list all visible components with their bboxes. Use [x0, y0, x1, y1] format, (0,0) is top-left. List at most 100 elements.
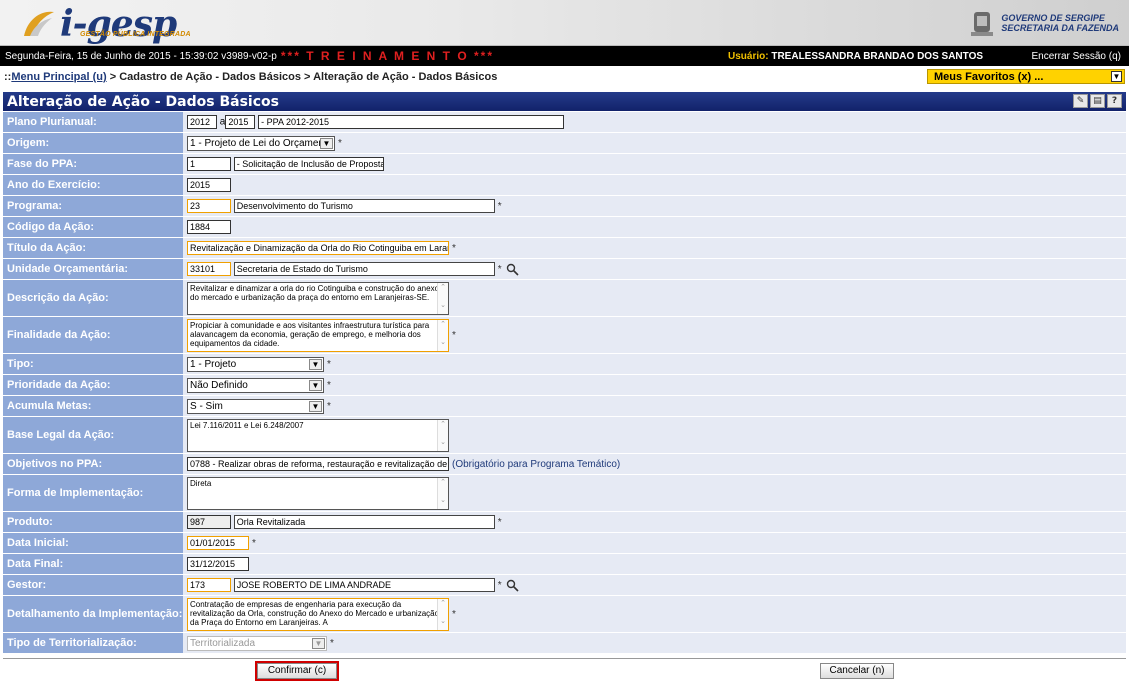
- search-icon[interactable]: [506, 579, 519, 592]
- chevron-down-icon: ▼: [309, 400, 322, 412]
- forma-text: Direta: [190, 478, 212, 488]
- chevron-down-icon: ▼: [312, 637, 325, 649]
- chevron-down-icon: ▼: [309, 358, 322, 370]
- programa-label: Programa:: [3, 196, 183, 216]
- top-status-bar: Segunda-Feira, 15 de Junho de 2015 - 15:…: [0, 46, 1129, 66]
- unidade-code-input[interactable]: 33101: [187, 262, 231, 276]
- produto-desc-field: Orla Revitalizada: [233, 515, 495, 529]
- gestor-label: Gestor:: [3, 575, 183, 595]
- row-fase: Fase do PPA: 1 - Solicitação de Inclusão …: [3, 154, 1126, 174]
- help-icon[interactable]: ?: [1107, 94, 1122, 108]
- scrollbar[interactable]: ⌃ ⌄: [437, 477, 448, 509]
- gestor-code-input[interactable]: 173: [187, 578, 231, 592]
- produto-label: Produto:: [3, 512, 183, 532]
- produto-code-field: 987: [187, 515, 231, 529]
- origem-value: 1 - Projeto de Lei do Orçamento: [190, 137, 333, 149]
- detalhe-text: Contratação de empresas de engenharia pa…: [190, 599, 440, 627]
- row-descricao: Descrição da Ação: Revitalizar e dinamiza…: [3, 280, 1126, 316]
- search-icon[interactable]: [506, 263, 519, 276]
- programa-code-input[interactable]: 23: [187, 199, 231, 213]
- row-forma: Forma de Implementação: Direta ⌃ ⌄: [3, 475, 1126, 511]
- row-objetivos: Objetivos no PPA: 0788 - Realizar obras d…: [3, 454, 1126, 474]
- favorites-dropdown[interactable]: Meus Favoritos (x) ... ▼: [927, 69, 1125, 84]
- forma-label: Forma de Implementação:: [3, 475, 183, 511]
- prioridade-select[interactable]: Não Definido ▼: [187, 377, 324, 393]
- required-mark: *: [497, 579, 502, 591]
- detalhe-textarea[interactable]: Contratação de empresas de engenharia pa…: [187, 597, 449, 631]
- chevron-down-icon: ▼: [309, 379, 322, 391]
- breadcrumb-path: > Cadastro de Ação - Dados Básicos > Alt…: [109, 71, 498, 83]
- ppa-end-field: 2015: [225, 115, 256, 129]
- user-label: Usuário:: [728, 51, 769, 62]
- row-finalidade: Finalidade da Ação: Propiciar à comunidad…: [3, 317, 1126, 353]
- user-name: TREALESSANDRA BRANDAO DOS SANTOS: [771, 51, 984, 62]
- gov-line-2: SECRETARIA DA FAZENDA: [1001, 23, 1119, 33]
- prioridade-value: Não Definido: [190, 379, 248, 391]
- titulo-input[interactable]: Revitalização e Dinamização da Orla do R…: [187, 241, 449, 255]
- row-unidade: Unidade Orçamentária: 33101 Secretaria de…: [3, 259, 1126, 279]
- finalidade-textarea[interactable]: Propiciar à comunidade e aos visitantes …: [187, 318, 449, 352]
- terr-label: Tipo de Territorialização:: [3, 633, 183, 653]
- unidade-desc-field: Secretaria de Estado do Turismo: [233, 262, 495, 276]
- acumula-value: S - Sim: [190, 400, 223, 412]
- dini-label: Data Inicial:: [3, 533, 183, 553]
- row-gestor: Gestor: 173 JOSE ROBERTO DE LIMA ANDRADE *: [3, 575, 1126, 595]
- detalhe-label: Detalhamento da Implementação:: [3, 596, 183, 632]
- forma-textarea[interactable]: Direta ⌃ ⌄: [187, 476, 449, 510]
- dfim-label: Data Final:: [3, 554, 183, 574]
- finalidade-text: Propiciar à comunidade e aos visitantes …: [190, 320, 430, 348]
- row-ppa: Plano Plurianual: 2012 a 2015 - PPA 2012-2…: [3, 112, 1126, 132]
- ano-label: Ano do Exercício:: [3, 175, 183, 195]
- data-final-input[interactable]: 31/12/2015: [187, 557, 249, 571]
- titulo-label: Título da Ação:: [3, 238, 183, 258]
- coat-of-arms-icon: [971, 12, 994, 36]
- row-titulo: Título da Ação: Revitalização e Dinamizaç…: [3, 238, 1126, 258]
- row-programa: Programa: 23 Desenvolvimento do Turismo *: [3, 196, 1126, 216]
- descricao-textarea[interactable]: Revitalizar e dinamizar a orla do rio Co…: [187, 281, 449, 315]
- fase-desc-field: - Solicitação de Inclusão de Proposta: [233, 157, 384, 171]
- scrollbar[interactable]: ⌃ ⌄: [437, 319, 448, 351]
- required-mark: *: [327, 358, 331, 370]
- print-icon[interactable]: ▤: [1090, 94, 1105, 108]
- base-textarea[interactable]: Lei 7.116/2011 e Lei 6.248/2007 ⌃ ⌄: [187, 418, 449, 452]
- required-mark: *: [252, 537, 256, 549]
- edit-icon[interactable]: ✎: [1073, 94, 1088, 108]
- row-produto: Produto: 987 Orla Revitalizada *: [3, 512, 1126, 532]
- menu-principal-link[interactable]: Menu Principal (u): [11, 71, 106, 83]
- action-form: Plano Plurianual: 2012 a 2015 - PPA 2012-2…: [3, 111, 1126, 654]
- row-dfim: Data Final: 31/12/2015: [3, 554, 1126, 574]
- user-info: Usuário: TREALESSANDRA BRANDAO DOS SANTO…: [728, 51, 983, 62]
- data-inicial-input[interactable]: 01/01/2015: [187, 536, 249, 550]
- scrollbar[interactable]: ⌃ ⌄: [437, 419, 448, 451]
- logo-swirl-icon: [24, 11, 54, 36]
- descricao-text: Revitalizar e dinamizar a orla do rio Co…: [190, 283, 440, 302]
- prioridade-label: Prioridade da Ação:: [3, 375, 183, 395]
- gestor-name-field: JOSE ROBERTO DE LIMA ANDRADE: [233, 578, 495, 592]
- header-banner: i-gesp GESTÃO PÚBLICA INTEGRADA GOVERNO …: [0, 0, 1129, 46]
- confirm-button[interactable]: Confirmar (c): [255, 661, 339, 681]
- scrollbar[interactable]: ⌃ ⌄: [437, 282, 448, 314]
- tipo-select[interactable]: 1 - Projeto ▼: [187, 356, 324, 372]
- fase-label: Fase do PPA:: [3, 154, 183, 174]
- cancel-button[interactable]: Cancelar (n): [820, 663, 894, 679]
- objetivos-label: Objetivos no PPA:: [3, 454, 183, 474]
- required-mark: *: [497, 200, 502, 212]
- tipo-value: 1 - Projeto: [190, 358, 237, 370]
- logout-link[interactable]: Encerrar Sessão (q): [1032, 51, 1121, 62]
- objetivos-field[interactable]: 0788 - Realizar obras de reforma, restau…: [187, 457, 449, 471]
- scrollbar[interactable]: ⌃ ⌄: [437, 598, 448, 630]
- acumula-select[interactable]: S - Sim ▼: [187, 398, 324, 414]
- required-mark: *: [452, 608, 456, 620]
- row-base: Base Legal da Ação: Lei 7.116/2011 e Lei …: [3, 417, 1126, 453]
- chevron-down-icon[interactable]: ▼: [1111, 71, 1122, 82]
- objetivos-note: (Obrigatório para Programa Temático): [452, 458, 621, 470]
- ppa-label: Plano Plurianual:: [3, 112, 183, 132]
- codigo-label: Código da Ação:: [3, 217, 183, 237]
- row-ano: Ano do Exercício: 2015: [3, 175, 1126, 195]
- origem-select[interactable]: 1 - Projeto de Lei do Orçamento ▼: [187, 135, 335, 151]
- ppa-start-field: 2012: [187, 115, 217, 129]
- ano-field: 2015: [187, 178, 231, 192]
- gov-sergipe-logo: GOVERNO DE SERGIPE SECRETARIA DA FAZENDA: [969, 8, 1119, 38]
- codigo-field: 1884: [187, 220, 231, 234]
- unidade-label: Unidade Orçamentária:: [3, 259, 183, 279]
